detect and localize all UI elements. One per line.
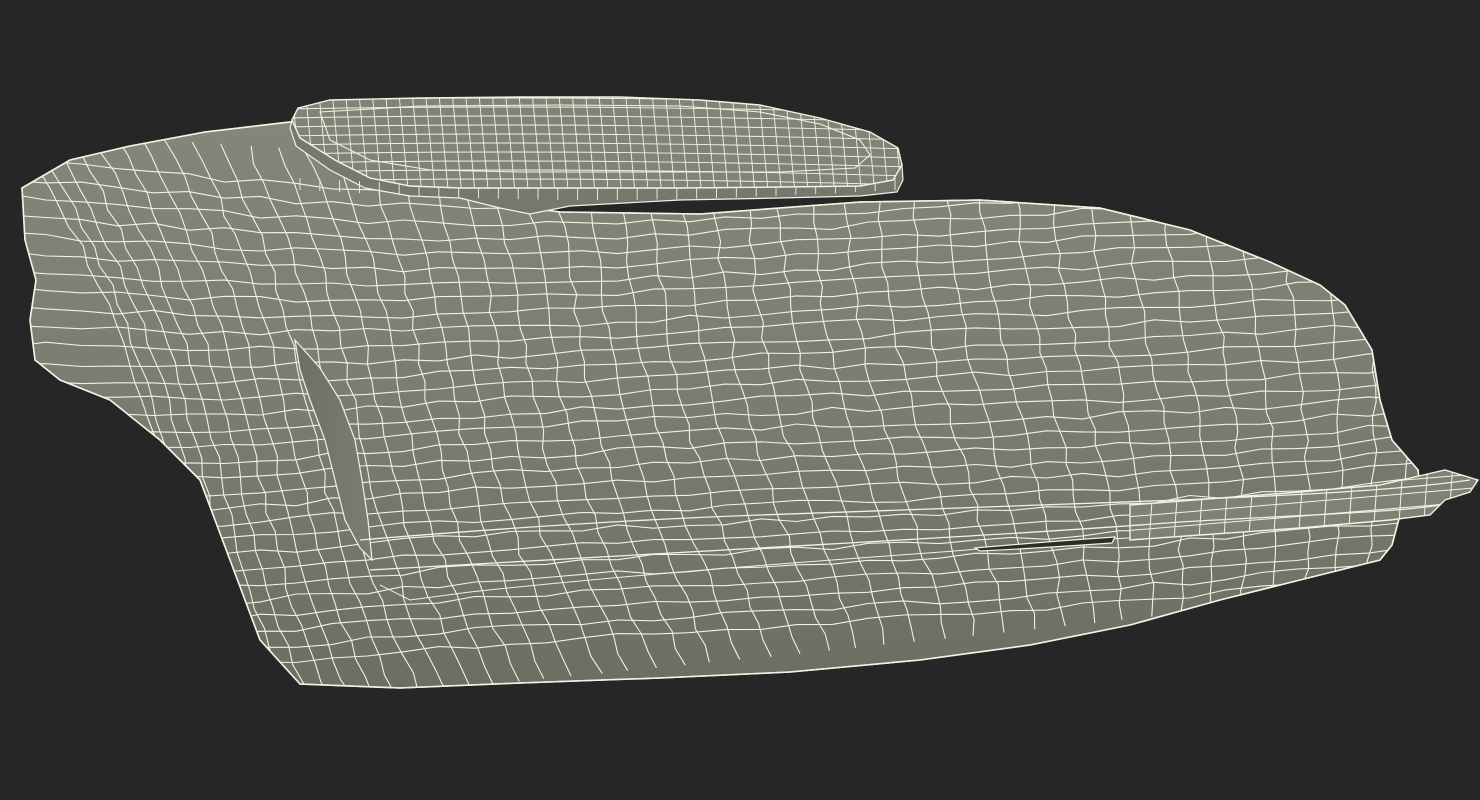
bag-body bbox=[21, 121, 1421, 689]
wireframe-bag-icon bbox=[21, 96, 1480, 689]
lid-top bbox=[291, 96, 903, 189]
render-viewport bbox=[0, 0, 1480, 800]
